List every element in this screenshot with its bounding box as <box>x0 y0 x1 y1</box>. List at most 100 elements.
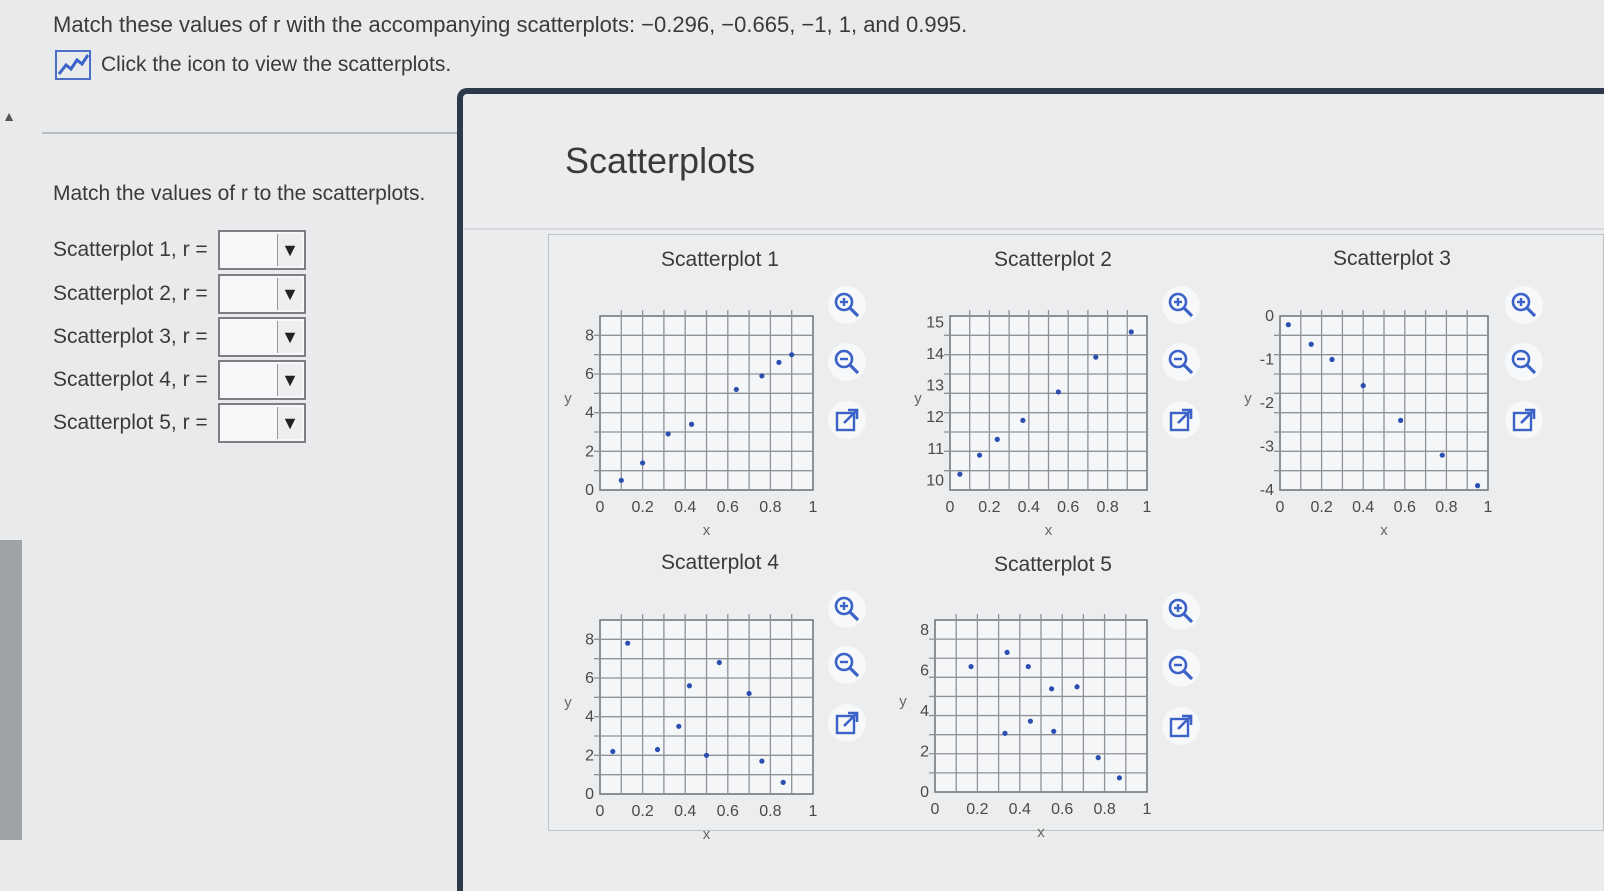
y-tick-label: 10 <box>926 473 944 490</box>
y-tick-label: 8 <box>585 631 594 648</box>
y-tick-label: -4 <box>1260 482 1274 499</box>
y-tick-label: 11 <box>927 441 944 458</box>
x-tick-label: 1 <box>1143 801 1152 818</box>
zoom-in-icon[interactable] <box>1162 286 1200 324</box>
x-axis-label: x <box>703 826 711 843</box>
data-point <box>610 748 616 755</box>
x-tick-label: 1 <box>1484 499 1493 516</box>
external-link-icon[interactable] <box>828 401 866 439</box>
divider <box>463 228 1604 230</box>
x-tick-label: 1 <box>809 803 818 820</box>
dropdown-arrow-icon[interactable]: ▼ <box>277 407 302 439</box>
y-tick-label: 4 <box>920 703 929 720</box>
data-point <box>1074 684 1080 690</box>
external-link-icon[interactable] <box>1162 707 1200 745</box>
y-axis-label: y <box>899 693 907 710</box>
x-tick-label: 0.4 <box>1009 801 1031 818</box>
data-point <box>703 752 710 758</box>
x-tick-label: 0.8 <box>1093 801 1115 818</box>
x-tick-label: 0.6 <box>717 499 739 516</box>
r-value-dropdown[interactable]: ▼ <box>218 317 306 357</box>
data-point <box>976 452 983 458</box>
scatterplot-5: 0 0.2 0.4 0.6 0.8 1 0 2 4 6 8 x y <box>899 614 1152 841</box>
zoom-out-icon[interactable] <box>828 343 866 381</box>
plot-title: Scatterplot 3 <box>1333 247 1451 270</box>
external-link-icon[interactable] <box>828 704 866 742</box>
zoom-out-icon[interactable] <box>1505 343 1543 381</box>
zoom-out-icon[interactable] <box>1162 343 1200 381</box>
x-tick-label: 0.8 <box>1435 499 1457 516</box>
x-tick-label: 0 <box>931 801 940 818</box>
match-row: Scatterplot 1, r = ▼ <box>53 229 306 271</box>
data-point <box>665 431 671 437</box>
external-link-icon[interactable] <box>1162 401 1200 439</box>
chart-line-icon[interactable] <box>55 50 91 80</box>
match-row: Scatterplot 4, r = ▼ <box>53 359 306 401</box>
plot-title: Scatterplot 1 <box>661 248 779 271</box>
y-axis-label: y <box>564 390 572 407</box>
zoom-out-icon[interactable] <box>1162 649 1200 687</box>
data-point <box>1002 730 1008 736</box>
data-point <box>688 421 695 427</box>
x-axis-label: x <box>1037 824 1045 841</box>
plot-title: Scatterplot 5 <box>994 553 1112 576</box>
r-value-dropdown[interactable]: ▼ <box>218 230 306 270</box>
data-point <box>1055 389 1061 395</box>
y-tick-label: 12 <box>926 409 944 426</box>
r-value-dropdown[interactable]: ▼ <box>218 274 306 314</box>
match-row-label: Scatterplot 4, r = <box>53 368 208 391</box>
data-point <box>1049 686 1055 692</box>
r-value-dropdown[interactable]: ▼ <box>218 360 306 400</box>
dropdown-arrow-icon[interactable]: ▼ <box>277 278 302 310</box>
x-tick-label: 0.2 <box>631 499 653 516</box>
y-tick-label: -2 <box>1260 395 1274 412</box>
r-value-dropdown[interactable]: ▼ <box>218 403 306 443</box>
scroll-up-icon[interactable]: ▲ <box>0 108 18 138</box>
match-row: Scatterplot 5, r = ▼ <box>53 402 306 444</box>
y-tick-label: -3 <box>1260 439 1274 456</box>
data-point <box>780 779 786 785</box>
x-tick-label: 0.2 <box>1310 499 1332 516</box>
y-tick-label: 0 <box>585 786 594 803</box>
scatterplot-3: 0 0.2 0.4 0.6 0.8 1 0 -1 -2 -3 -4 x y <box>1244 308 1493 539</box>
dropdown-arrow-icon[interactable]: ▼ <box>277 364 302 396</box>
x-tick-label: 0 <box>1276 499 1285 516</box>
y-tick-label: 2 <box>585 443 594 460</box>
zoom-in-icon[interactable] <box>828 286 866 324</box>
zoom-out-icon[interactable] <box>828 646 866 684</box>
x-tick-label: 0.8 <box>759 803 781 820</box>
zoom-in-icon[interactable] <box>1162 592 1200 630</box>
external-link-icon[interactable] <box>1505 401 1543 439</box>
x-tick-label: 0.2 <box>631 803 653 820</box>
popup-title: Scatterplots <box>565 140 756 181</box>
divider <box>42 132 457 134</box>
dropdown-arrow-icon[interactable]: ▼ <box>277 234 302 266</box>
view-scatterplots-label[interactable]: Click the icon to view the scatterplots. <box>101 53 451 77</box>
data-point <box>1475 483 1481 489</box>
y-tick-label: 4 <box>585 405 594 422</box>
x-tick-label: 0 <box>946 499 955 516</box>
scrollbar-thumb[interactable] <box>0 540 22 840</box>
data-point <box>968 663 974 670</box>
y-tick-label: 0 <box>585 482 594 499</box>
data-point <box>686 683 693 689</box>
y-tick-label: 8 <box>585 327 594 344</box>
x-tick-label: 0.2 <box>966 801 988 818</box>
scatterplot-1: 0 0.2 0.4 0.6 0.8 1 0 2 4 6 8 x y <box>564 310 818 539</box>
view-scatterplots-link[interactable]: Click the icon to view the scatterplots. <box>55 50 451 80</box>
scatterplot-2: 0 0.2 0.4 0.6 0.8 1 10 11 12 13 14 15 x y <box>914 310 1152 539</box>
data-point <box>759 758 765 764</box>
dropdown-arrow-icon[interactable]: ▼ <box>277 321 302 353</box>
zoom-in-icon[interactable] <box>1505 286 1543 324</box>
x-tick-label: 0.2 <box>978 499 1000 516</box>
match-row-label: Scatterplot 1, r = <box>53 238 208 261</box>
y-tick-label: 13 <box>926 378 944 395</box>
zoom-in-icon[interactable] <box>828 590 866 628</box>
y-tick-label: 0 <box>1265 308 1274 325</box>
data-point <box>789 352 795 358</box>
x-tick-label: 0.8 <box>759 499 781 516</box>
data-point <box>957 471 963 477</box>
data-point <box>1027 718 1033 724</box>
data-point <box>625 640 631 646</box>
x-axis-label: x <box>1380 522 1388 539</box>
